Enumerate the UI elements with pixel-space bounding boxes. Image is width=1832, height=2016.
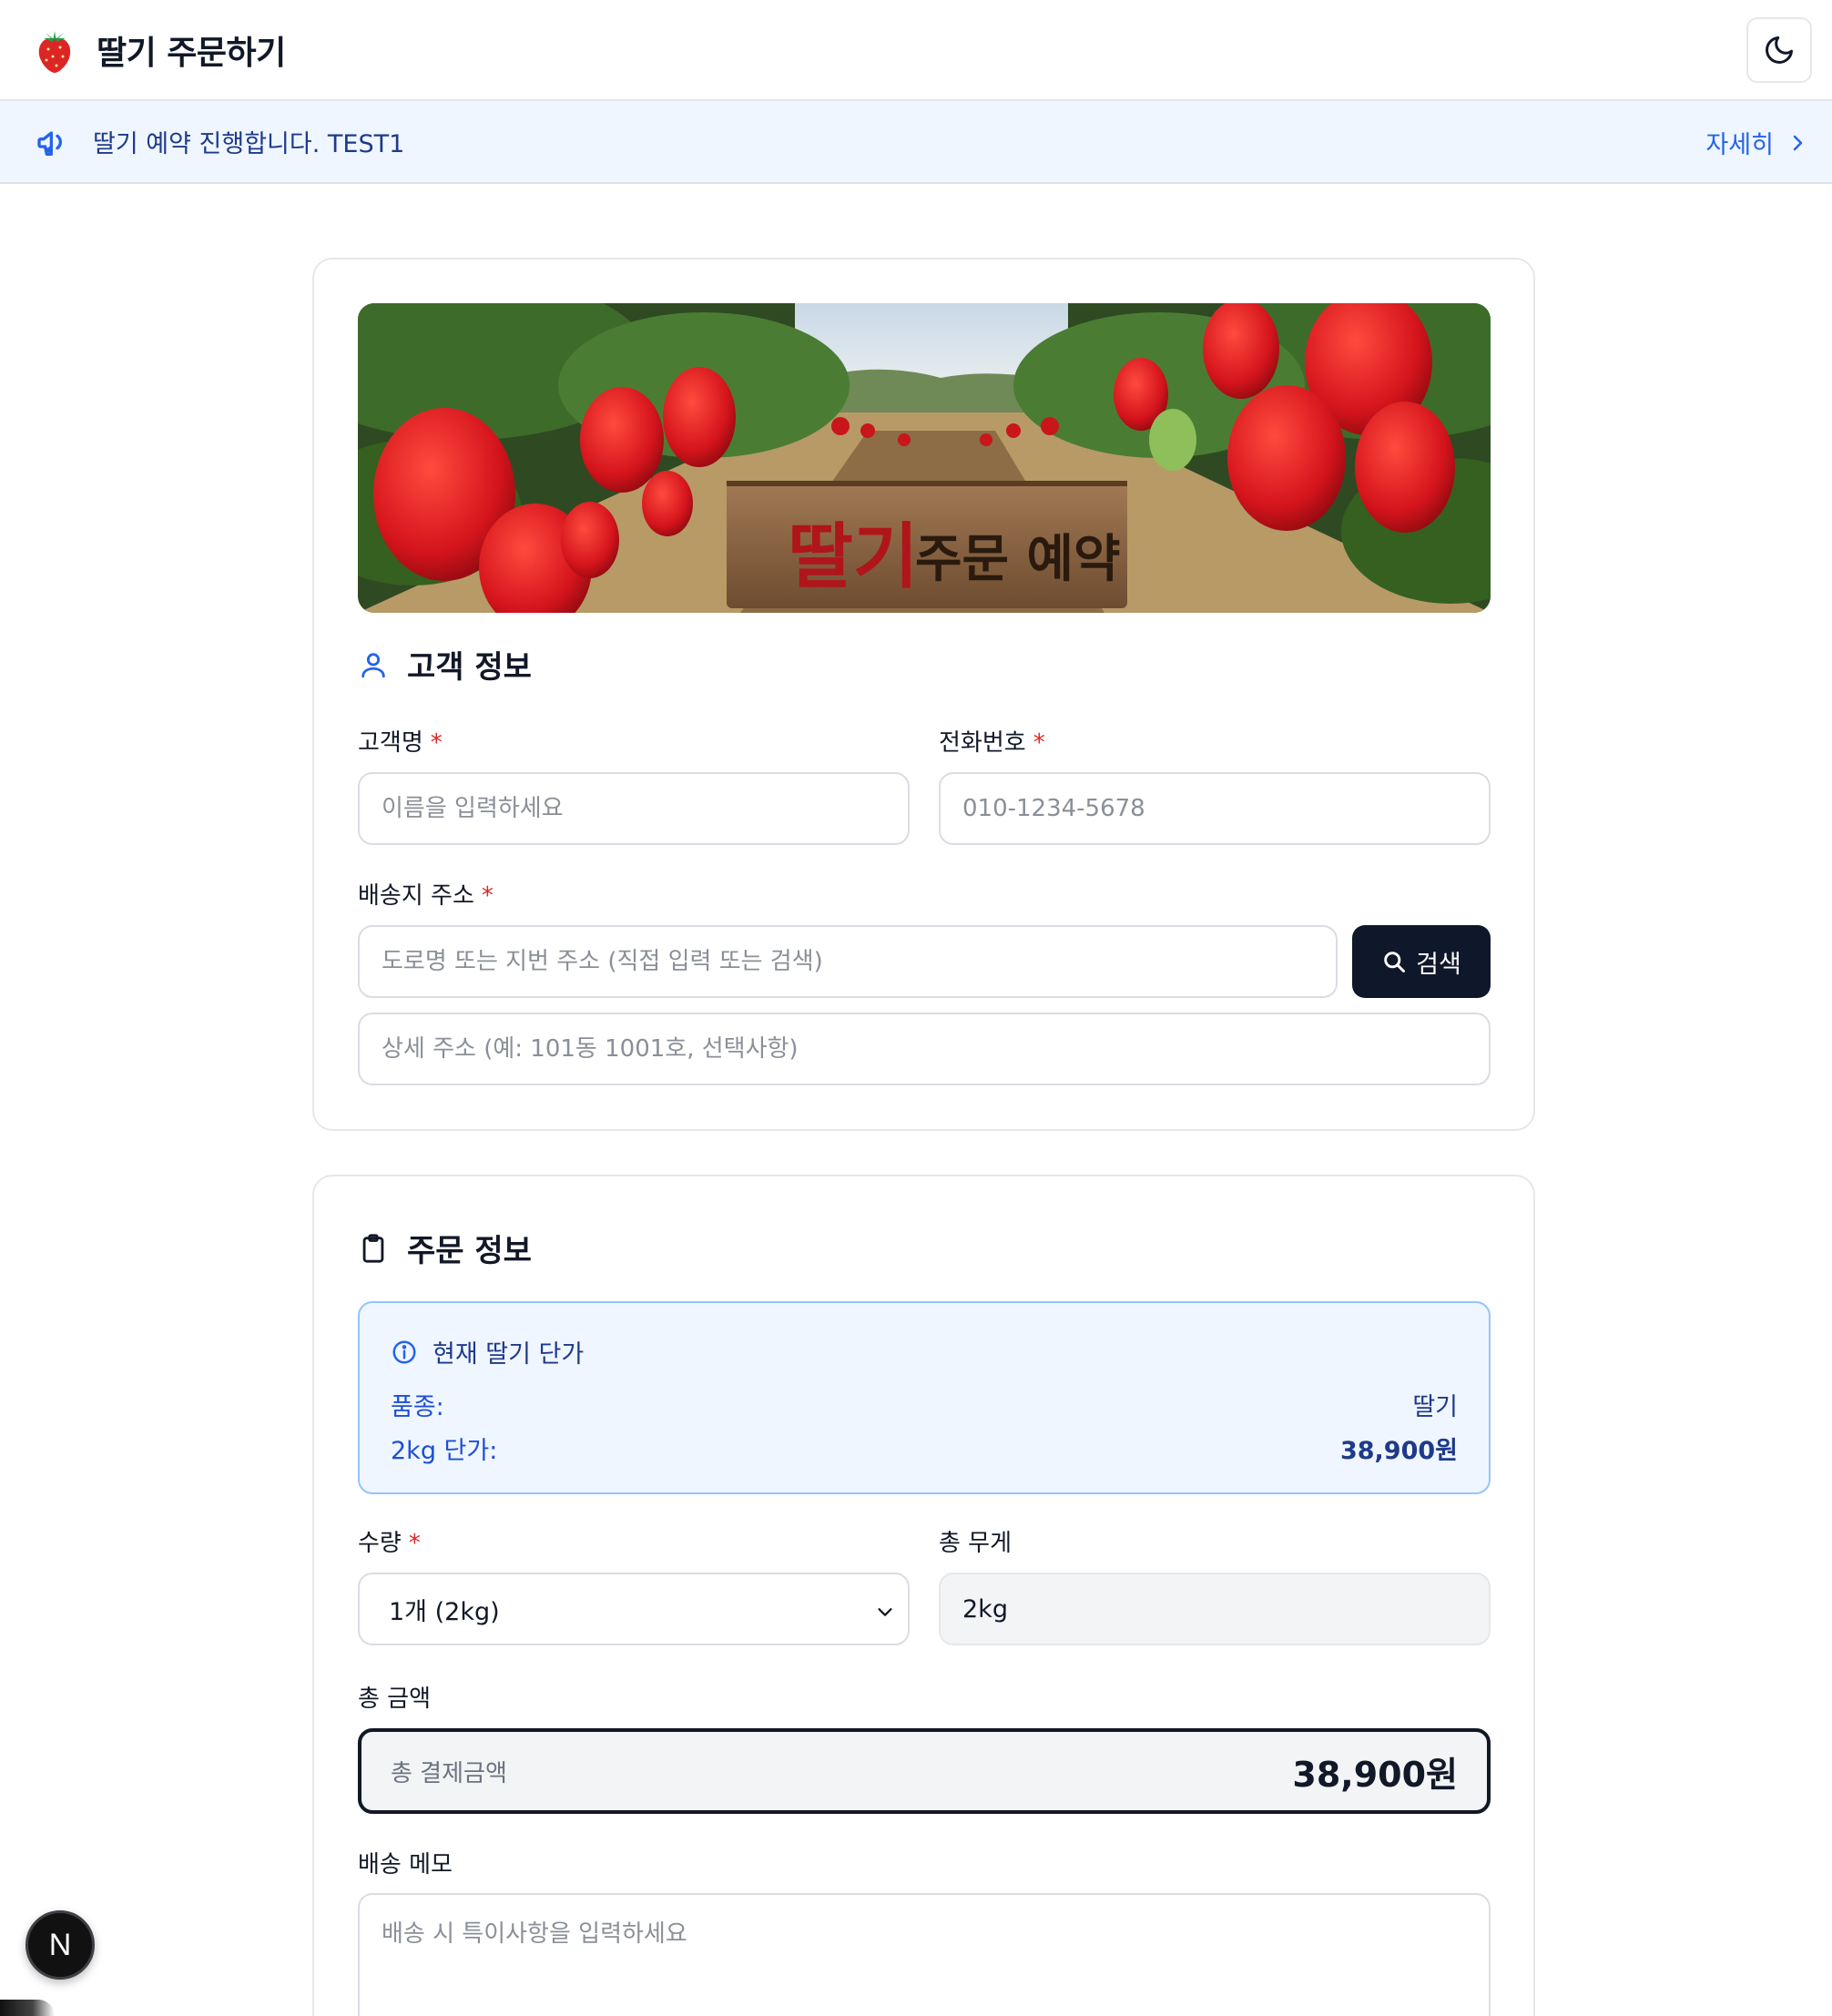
order-section-header: 주문 정보 bbox=[358, 1226, 532, 1270]
customer-info-card: 딸기 주문 예약 고객 정보 고객명* 전화번호* 배송지 주소* 검색 bbox=[312, 258, 1535, 1131]
variety-row: 품종: 딸기 bbox=[391, 1387, 1458, 1422]
strawberry-farm-illustration: 딸기 주문 예약 bbox=[358, 303, 1491, 613]
total-weight-field: 2kg bbox=[939, 1573, 1491, 1645]
address-search-button[interactable]: 검색 bbox=[1352, 925, 1491, 998]
price-info-title: 현재 딸기 단가 bbox=[433, 1340, 585, 1369]
total-amount-label: 총 금액 bbox=[358, 1685, 432, 1713]
price-info-header: 현재 딸기 단가 bbox=[391, 1334, 584, 1369]
quantity-label: 수량 * bbox=[358, 1524, 421, 1558]
info-icon bbox=[392, 1340, 416, 1363]
corner-shadow bbox=[0, 2000, 55, 2016]
moon-icon bbox=[1766, 36, 1793, 64]
required-mark: * bbox=[481, 882, 494, 910]
phone-input[interactable] bbox=[939, 772, 1491, 845]
user-icon bbox=[361, 652, 385, 677]
clipboard-icon bbox=[362, 1233, 384, 1263]
variety-label: 품종: bbox=[391, 1393, 444, 1421]
total-amount-field: 총 결제금액 38,900원 bbox=[358, 1728, 1491, 1814]
required-mark: * bbox=[430, 729, 443, 757]
required-mark: * bbox=[408, 1530, 421, 1557]
quantity-select[interactable]: 1개 (2kg) bbox=[358, 1573, 910, 1645]
dev-badge-letter: N bbox=[48, 1927, 72, 1962]
variety-value: 딸기 bbox=[1412, 1393, 1458, 1421]
banner-image: 딸기 주문 예약 bbox=[358, 303, 1491, 613]
phone-label-text: 전화번호 bbox=[939, 729, 1026, 757]
brand[interactable]: 딸기 주문하기 bbox=[33, 25, 286, 75]
banner-sign-rest: 주문 예약 bbox=[915, 530, 1121, 589]
nextjs-dev-badge[interactable]: N bbox=[25, 1910, 95, 1980]
customer-section-header: 고객 정보 bbox=[358, 642, 532, 687]
notice-bar: 딸기 예약 진행합니다. TEST1 자세히 bbox=[0, 101, 1832, 184]
memo-label: 배송 메모 bbox=[358, 1851, 453, 1879]
address-input[interactable] bbox=[358, 925, 1338, 998]
name-label: 고객명 * bbox=[358, 724, 443, 758]
banner-sign-strong: 딸기 bbox=[788, 516, 919, 598]
unit-price-row: 2kg 단가: 38,900원 bbox=[391, 1431, 1458, 1466]
notice-detail-label: 자세히 bbox=[1705, 131, 1774, 159]
total-inner-label: 총 결제금액 bbox=[391, 1759, 507, 1787]
order-info-card: 주문 정보 현재 딸기 단가 품종: 딸기 2kg 단가: 38,900원 수량… bbox=[312, 1175, 1535, 2016]
megaphone-icon bbox=[37, 130, 62, 156]
address-label: 배송지 주소 * bbox=[358, 877, 494, 911]
notice-detail-link[interactable]: 자세히 bbox=[1705, 101, 1808, 184]
theme-toggle-button[interactable] bbox=[1746, 17, 1812, 83]
strawberry-icon bbox=[38, 30, 71, 73]
phone-label: 전화번호 * bbox=[939, 724, 1045, 758]
total-amount-value: 38,900원 bbox=[1292, 1754, 1458, 1795]
required-mark: * bbox=[1033, 729, 1045, 757]
search-icon bbox=[1384, 952, 1406, 972]
customer-section-title: 고객 정보 bbox=[407, 649, 532, 686]
notice-text: 딸기 예약 진행합니다. TEST1 bbox=[93, 130, 405, 158]
address-label-text: 배송지 주소 bbox=[358, 882, 474, 910]
detail-address-input[interactable] bbox=[358, 1013, 1491, 1085]
total-weight-value: 2kg bbox=[962, 1594, 1008, 1624]
unit-price-value: 38,900원 bbox=[1339, 1437, 1458, 1465]
chevron-down-icon bbox=[878, 1608, 892, 1616]
quantity-label-text: 수량 bbox=[358, 1530, 402, 1557]
chevron-right-icon bbox=[1793, 135, 1803, 150]
order-section-title: 주문 정보 bbox=[407, 1233, 532, 1269]
price-info-box: 현재 딸기 단가 품종: 딸기 2kg 단가: 38,900원 bbox=[358, 1301, 1491, 1494]
name-label-text: 고객명 bbox=[358, 729, 423, 757]
unit-price-label: 2kg 단가: bbox=[391, 1437, 498, 1465]
customer-name-input[interactable] bbox=[358, 772, 910, 845]
delivery-memo-textarea[interactable] bbox=[358, 1893, 1491, 2016]
app-header: 딸기 주문하기 bbox=[0, 0, 1832, 101]
app-title: 딸기 주문하기 bbox=[97, 34, 286, 72]
quantity-selected-value: 1개 (2kg) bbox=[389, 1597, 500, 1626]
search-button-label: 검색 bbox=[1416, 950, 1461, 979]
weight-label: 총 무게 bbox=[939, 1530, 1013, 1557]
